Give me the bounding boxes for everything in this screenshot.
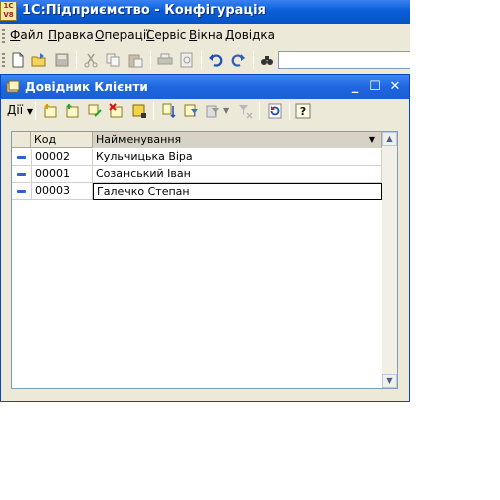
find-icon[interactable] bbox=[259, 52, 275, 68]
catalog-grid[interactable]: Код Найменування ▼ 00002 Кульчицька Віра … bbox=[11, 131, 398, 389]
toolbar-separator bbox=[35, 102, 36, 120]
print-preview-icon[interactable] bbox=[179, 52, 195, 68]
grid-header: Код Найменування ▼ bbox=[12, 132, 382, 148]
cell-code[interactable]: 00002 bbox=[31, 149, 93, 166]
menu-edit[interactable]: Правка bbox=[48, 28, 94, 42]
scroll-down-icon[interactable]: ▼ bbox=[382, 374, 397, 388]
hierarchy-icon[interactable] bbox=[161, 103, 177, 119]
app-logo-icon: 1С V8 bbox=[0, 1, 17, 21]
toolbar-grip[interactable] bbox=[2, 53, 5, 69]
main-toolbar bbox=[0, 46, 410, 74]
svg-text:?: ? bbox=[300, 105, 306, 118]
menu-operations[interactable]: Операції bbox=[95, 28, 150, 42]
item-marker-icon bbox=[17, 173, 26, 176]
search-input[interactable] bbox=[278, 51, 410, 69]
copy-icon[interactable] bbox=[105, 52, 121, 68]
refresh-icon[interactable] bbox=[267, 103, 283, 119]
open-icon[interactable] bbox=[31, 52, 47, 68]
set-filter-icon[interactable] bbox=[183, 103, 199, 119]
item-marker-icon bbox=[17, 190, 26, 193]
catalog-title: Довідник Клієнти bbox=[25, 80, 148, 94]
toolbar-separator bbox=[253, 51, 254, 69]
cut-icon[interactable] bbox=[83, 52, 99, 68]
table-row[interactable]: 00001 Созанський Іван bbox=[12, 166, 382, 183]
help-icon[interactable]: ? bbox=[295, 103, 311, 119]
scroll-up-icon[interactable]: ▲ bbox=[382, 132, 397, 146]
menu-help[interactable]: Довідка bbox=[225, 28, 275, 42]
menu-bar-grip[interactable] bbox=[2, 29, 5, 43]
cell-code[interactable]: 00003 bbox=[31, 183, 93, 200]
clear-filter-icon[interactable] bbox=[237, 103, 253, 119]
table-row[interactable]: 00003 Галечко Степан bbox=[12, 183, 382, 200]
table-row[interactable]: 00002 Кульчицька Віра bbox=[12, 149, 382, 166]
catalog-window: Довідник Клієнти _ ☐ ✕ Дії ▼ ▼ ? Код Най… bbox=[0, 74, 410, 402]
cell-code[interactable]: 00001 bbox=[31, 166, 93, 183]
row-marker-header[interactable] bbox=[12, 132, 31, 148]
cell-name-editing[interactable]: Галечко Степан bbox=[93, 183, 382, 200]
main-window: 1С V8 1С:Підприємство - Конфігурація Фай… bbox=[0, 0, 410, 402]
toolbar-separator bbox=[76, 51, 77, 69]
app-title: 1С:Підприємство - Конфігурація bbox=[22, 3, 266, 18]
cell-name[interactable]: Кульчицька Віра bbox=[93, 149, 382, 166]
redo-icon[interactable] bbox=[230, 52, 246, 68]
filter-dropdown-arrow[interactable]: ▼ bbox=[223, 106, 229, 115]
add-group-icon[interactable] bbox=[65, 103, 81, 119]
toolbar-separator bbox=[259, 102, 260, 120]
new-document-icon[interactable] bbox=[10, 52, 26, 68]
print-icon[interactable] bbox=[157, 52, 173, 68]
catalog-title-bar[interactable]: Довідник Клієнти _ ☐ ✕ bbox=[1, 75, 409, 99]
menu-service[interactable]: Сервіс bbox=[146, 28, 186, 42]
mark-delete-icon[interactable] bbox=[131, 103, 147, 119]
item-marker-icon bbox=[17, 156, 26, 159]
catalog-icon bbox=[6, 80, 20, 93]
menu-file[interactable]: Файл bbox=[10, 28, 43, 42]
maximize-icon[interactable]: ☐ bbox=[367, 79, 383, 95]
add-item-icon[interactable] bbox=[43, 103, 59, 119]
cell-name[interactable]: Созанський Іван bbox=[93, 166, 382, 183]
undo-icon[interactable] bbox=[208, 52, 224, 68]
catalog-toolbar: Дії ▼ ▼ ? bbox=[1, 99, 409, 123]
column-header-name[interactable]: Найменування ▼ bbox=[93, 132, 382, 148]
minimize-icon[interactable]: _ bbox=[347, 79, 363, 95]
column-header-code[interactable]: Код bbox=[31, 132, 93, 148]
copy-item-icon[interactable] bbox=[87, 103, 103, 119]
filter-list-icon[interactable] bbox=[205, 103, 221, 119]
toolbar-separator bbox=[289, 102, 290, 120]
close-icon[interactable]: ✕ bbox=[387, 79, 403, 95]
actions-menu-button[interactable]: Дії ▼ bbox=[7, 103, 33, 117]
toolbar-separator bbox=[153, 102, 154, 120]
delete-item-icon[interactable] bbox=[109, 103, 125, 119]
main-title-bar[interactable]: 1С V8 1С:Підприємство - Конфігурація bbox=[0, 0, 410, 24]
menu-windows[interactable]: Вікна bbox=[189, 28, 223, 42]
paste-icon[interactable] bbox=[127, 52, 143, 68]
sort-down-icon: ▼ bbox=[368, 135, 375, 144]
toolbar-separator bbox=[201, 51, 202, 69]
menu-bar: Файл Правка Операції Сервіс Вікна Довідк… bbox=[0, 24, 410, 46]
save-icon[interactable] bbox=[54, 52, 70, 68]
vertical-scrollbar[interactable]: ▲ ▼ bbox=[382, 132, 397, 388]
toolbar-separator bbox=[150, 51, 151, 69]
